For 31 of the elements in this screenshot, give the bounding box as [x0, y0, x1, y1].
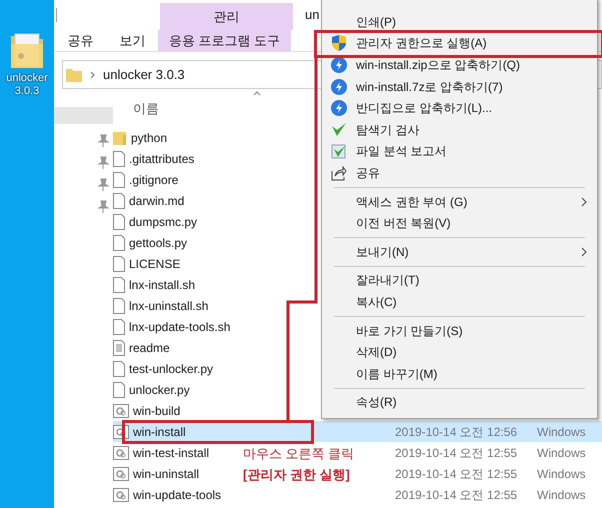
type-cell-text: Windows — [537, 486, 586, 504]
file-name: darwin.md — [129, 192, 184, 210]
file-name: .gitattributes — [129, 150, 194, 168]
file-name: readme — [129, 340, 170, 356]
file-name: win-install — [133, 424, 186, 440]
date-cell-text: 2019-10-14 오전 12:55 — [395, 486, 518, 504]
type-cell-text: Windows — [537, 444, 586, 462]
address-path: unlocker 3.0.3 — [103, 66, 185, 84]
contextual-tab-group-header: 관리 — [160, 3, 293, 30]
file-name: lnx-uninstall.sh — [129, 298, 208, 314]
file-name: win-test-install — [133, 444, 210, 462]
file-name: gettools.py — [129, 234, 188, 252]
file-name: .gitignore — [129, 172, 178, 188]
file-name: win-uninstall — [133, 466, 200, 482]
type-cell-text: Windows — [537, 424, 586, 440]
file-name: lnx-update-tools.sh — [129, 318, 230, 336]
type-cell-text: Windows — [537, 466, 586, 482]
file-name: python — [131, 130, 168, 146]
file-name: win-update-tools — [133, 486, 222, 504]
file-name: LICENSE — [129, 256, 180, 272]
date-cell-text: 2019-10-14 오전 12:55 — [395, 466, 518, 482]
file-name: test-unlocker.py — [129, 360, 214, 378]
date-cell-text: 2019-10-14 오전 12:55 — [395, 444, 518, 462]
file-name: lnx-install.sh — [129, 276, 196, 294]
annotation-text: 마우스 오른쪽 클릭 — [243, 445, 354, 463]
file-name: unlocker.py — [129, 382, 190, 398]
window-title: un — [305, 6, 320, 24]
file-name: dumpsmc.py — [129, 214, 198, 230]
file-name: win-build — [133, 402, 180, 420]
annotation-text: [관리자 권한 실행] — [243, 466, 351, 484]
date-cell-text: 2019-10-14 오전 12:56 — [395, 424, 518, 440]
